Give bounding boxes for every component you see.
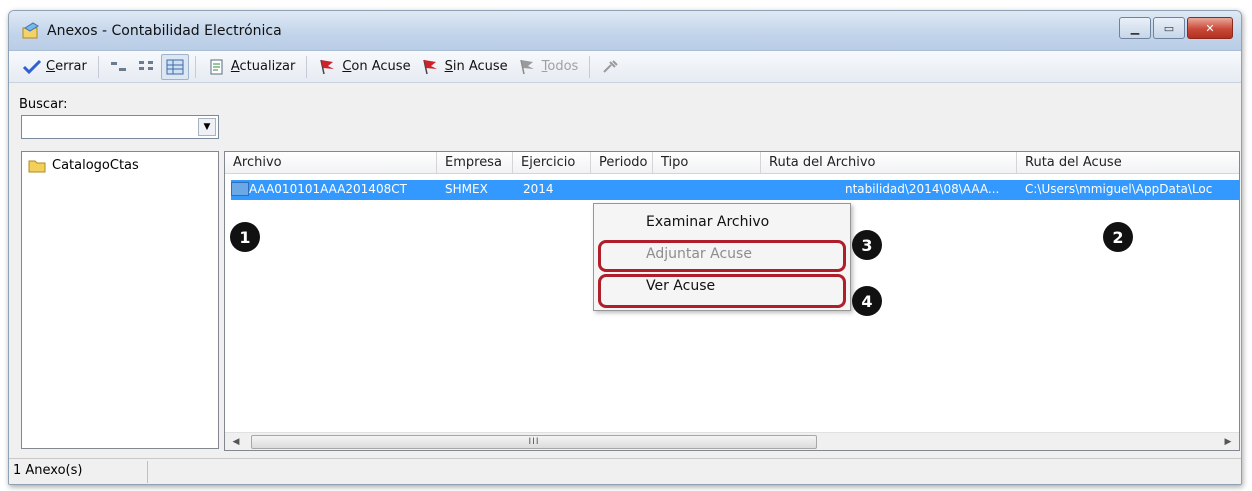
scroll-thumb[interactable]: III xyxy=(251,435,817,449)
cell-ejercicio: 2014 xyxy=(523,182,554,196)
app-icon xyxy=(22,22,39,39)
column-header-periodo[interactable]: Periodo xyxy=(591,152,653,174)
scroll-right-icon[interactable]: ▶ xyxy=(1221,435,1235,449)
close-button[interactable]: Cerrar xyxy=(17,54,92,80)
callout-badge-1: 1 xyxy=(230,222,260,252)
checkmark-icon xyxy=(22,59,42,74)
scroll-left-icon[interactable]: ◀ xyxy=(229,435,243,449)
title-bar[interactable]: Anexos - Contabilidad Electrónica ▁ ▭ ✕ xyxy=(9,11,1241,51)
tools-icon[interactable] xyxy=(596,54,624,80)
catalog-tree: CatalogoCtas xyxy=(21,151,219,449)
anexos-window: Anexos - Contabilidad Electrónica ▁ ▭ ✕ … xyxy=(8,10,1242,485)
toolbar-separator xyxy=(194,55,196,78)
callout-badge-4: 4 xyxy=(852,286,882,316)
column-header-ruta-acuse[interactable]: Ruta del Acuse xyxy=(1017,152,1241,174)
menu-item-examinar-archivo[interactable]: Examinar Archivo xyxy=(646,214,769,230)
toolbar-separator xyxy=(97,55,99,78)
gray-flag-icon xyxy=(519,59,534,74)
status-count: 1 Anexo(s) xyxy=(13,463,83,478)
callout-badge-2: 2 xyxy=(1103,222,1133,252)
cell-ruta-acuse: C:\Users\mmiguel\AppData\Loc xyxy=(1025,182,1213,196)
window-title: Anexos - Contabilidad Electrónica xyxy=(47,23,282,39)
refresh-button[interactable]: Actualizar xyxy=(202,54,300,80)
chevron-down-icon[interactable]: ▼ xyxy=(198,118,216,136)
toolbar-separator xyxy=(306,55,308,78)
toolbar-separator xyxy=(589,55,591,78)
menu-item-adjuntar-acuse[interactable]: Adjuntar Acuse xyxy=(646,246,752,262)
column-header-ruta-archivo[interactable]: Ruta del Archivo xyxy=(761,152,1017,174)
status-separator xyxy=(147,461,148,483)
tree-item-catalogoctas[interactable]: CatalogoCtas xyxy=(28,158,139,173)
search-combobox[interactable]: ▼ xyxy=(21,115,219,139)
tree-item-label: CatalogoCtas xyxy=(52,158,139,173)
sort-icon[interactable] xyxy=(105,54,133,80)
search-label: Buscar: xyxy=(19,97,68,112)
column-header-archivo[interactable]: Archivo xyxy=(225,152,437,174)
column-header-tipo[interactable]: Tipo xyxy=(653,152,761,174)
cell-empresa: SHMEX xyxy=(445,182,488,196)
red-flag-icon xyxy=(422,59,437,74)
column-header-ejercicio[interactable]: Ejercicio xyxy=(513,152,591,174)
without-ack-button[interactable]: Sin Acuse xyxy=(416,54,513,80)
status-bar: 1 Anexo(s) xyxy=(9,458,1241,484)
callout-badge-3: 3 xyxy=(852,230,882,260)
minimize-button[interactable]: ▁ xyxy=(1119,17,1151,39)
toolbar: Cerrar Actualizar Con Acuse Sin Acuse To… xyxy=(9,51,1241,83)
context-menu: Examinar Archivo Adjuntar Acuse Ver Acus… xyxy=(593,203,851,311)
group-icon[interactable] xyxy=(133,54,161,80)
grid-view-icon[interactable] xyxy=(160,53,189,80)
file-icon xyxy=(231,182,249,196)
red-flag-icon xyxy=(320,59,335,74)
with-ack-button[interactable]: Con Acuse xyxy=(313,54,415,80)
table-row[interactable]: AAA010101AAA201408CT SHMEX 2014 ntabilid… xyxy=(231,180,1239,200)
maximize-button[interactable]: ▭ xyxy=(1153,17,1185,39)
column-header-empresa[interactable]: Empresa xyxy=(437,152,513,174)
menu-item-ver-acuse[interactable]: Ver Acuse xyxy=(646,278,715,294)
callout-highlight-4 xyxy=(598,274,846,308)
horizontal-scrollbar[interactable]: ◀ III ▶ xyxy=(225,432,1239,450)
grid-header: Archivo Empresa Ejercicio Periodo Tipo R… xyxy=(225,152,1239,174)
close-window-button[interactable]: ✕ xyxy=(1187,17,1233,39)
document-refresh-icon xyxy=(210,59,223,74)
folder-icon xyxy=(28,160,46,172)
cell-archivo: AAA010101AAA201408CT xyxy=(249,182,407,196)
cell-ruta-archivo: ntabilidad\2014\08\AAA... xyxy=(845,182,1000,196)
all-button[interactable]: Todos xyxy=(513,54,584,80)
